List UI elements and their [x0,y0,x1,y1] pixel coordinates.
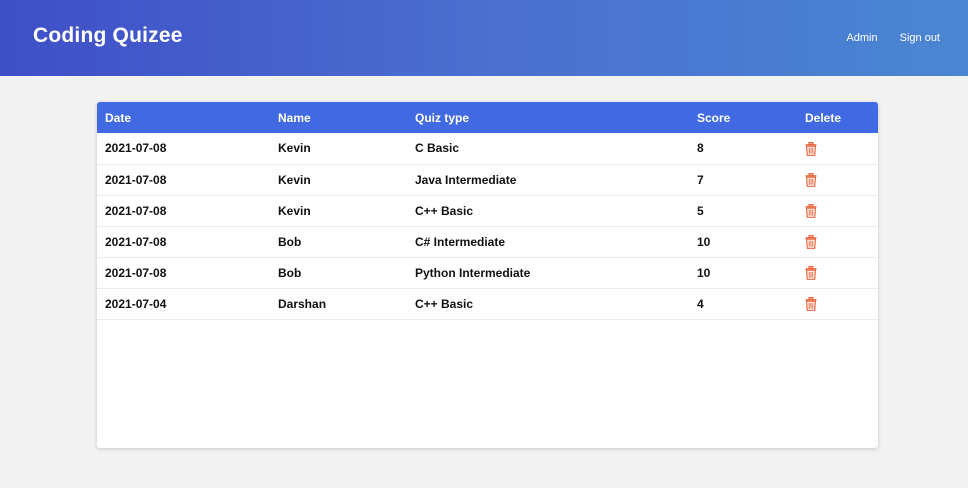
trash-icon[interactable] [805,203,817,218]
cell-score: 5 [697,203,704,218]
table-row: 2021-07-04 Darshan C++ Basic 4 [97,288,878,319]
header-score: Score [697,110,731,125]
nav-link-sign-out[interactable]: Sign out [900,32,940,44]
trash-icon[interactable] [805,296,817,311]
cell-quiz-type: C# Intermediate [415,234,506,249]
trash-icon[interactable] [805,234,817,249]
table-row: 2021-07-08 Kevin C++ Basic 5 [97,195,878,226]
cell-delete [797,164,878,195]
trash-icon[interactable] [805,172,817,187]
cell-date: 2021-07-08 [105,172,167,187]
cell-date: 2021-07-08 [105,203,167,218]
cell-delete [797,257,878,288]
table-row: 2021-07-08 Bob C# Intermediate 10 [97,226,878,257]
cell-name: Kevin [278,141,311,156]
header-quiz-type: Quiz type [415,110,470,125]
cell-date: 2021-07-08 [105,265,167,280]
cell-quiz-type: Python Intermediate [415,265,531,280]
header-name: Name [278,110,311,125]
cell-delete [797,195,878,226]
trash-icon[interactable] [805,265,817,280]
header-delete: Delete [805,110,842,125]
trash-icon[interactable] [805,141,817,156]
cell-name: Bob [278,265,302,280]
table-row: 2021-07-08 Kevin C Basic 8 [97,133,878,164]
table-body: 2021-07-08 Kevin C Basic 8 2021-07-08 Ke… [97,133,878,319]
cell-score: 10 [697,265,711,280]
cell-delete [797,288,878,319]
cell-date: 2021-07-08 [105,234,167,249]
table-row: 2021-07-08 Kevin Java Intermediate 7 [97,164,878,195]
table-row: 2021-07-08 Bob Python Intermediate 10 [97,257,878,288]
cell-score: 4 [697,296,704,311]
cell-name: Kevin [278,172,311,187]
cell-delete [797,226,878,257]
navbar: Coding Quizee Admin Sign out [0,0,968,76]
brand-title[interactable]: Coding Quizee [33,24,183,48]
table-header-row: Date Name Quiz type Score Delete [97,102,878,133]
cell-quiz-type: C Basic [415,141,460,156]
cell-quiz-type: Java Intermediate [415,172,517,187]
header-date: Date [105,110,132,125]
table-header: Date Name Quiz type Score Delete [97,102,878,133]
cell-date: 2021-07-04 [105,296,167,311]
results-table: Date Name Quiz type Score Delete 2021-07… [97,102,878,320]
cell-quiz-type: C++ Basic [415,203,474,218]
cell-name: Darshan [278,296,327,311]
cell-score: 8 [697,141,704,156]
cell-name: Bob [278,234,302,249]
cell-date: 2021-07-08 [105,141,167,156]
nav-link-admin[interactable]: Admin [846,32,877,44]
cell-name: Kevin [278,203,311,218]
cell-quiz-type: C++ Basic [415,296,474,311]
cell-score: 7 [697,172,704,187]
results-card: Date Name Quiz type Score Delete 2021-07… [97,102,878,448]
cell-delete [797,133,878,164]
cell-score: 10 [697,234,711,249]
nav-links: Admin Sign out [846,32,940,44]
